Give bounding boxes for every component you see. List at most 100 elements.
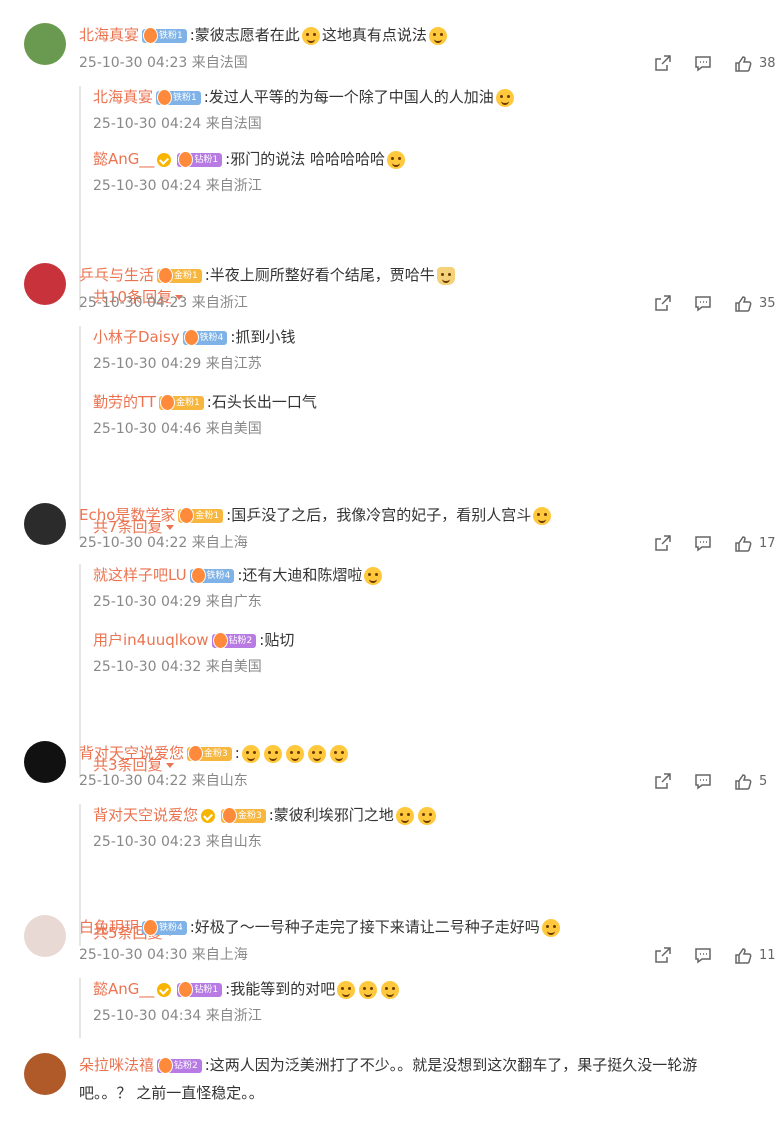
avatar[interactable] [24, 23, 66, 65]
like-button[interactable]: 11 [733, 945, 776, 967]
comment-line: 乒乓与生活 金粉1:半夜上厕所整好看个结尾，贾哈牛 [79, 264, 457, 286]
emoji-icon [417, 806, 436, 825]
fan-badge[interactable]: 金粉1 [178, 506, 224, 524]
emoji-icon [241, 744, 260, 763]
comment-icon[interactable] [693, 53, 713, 75]
timestamp: 25-10-30 04:34 [93, 1008, 202, 1024]
emoji-icon [329, 744, 348, 763]
fan-badge-icon [190, 566, 206, 584]
like-icon [733, 294, 753, 314]
fan-badge[interactable]: 钻粉1 [177, 150, 223, 168]
fan-badge[interactable]: 金粉1 [159, 393, 204, 411]
like-button[interactable]: 5 [733, 771, 767, 793]
comment-line: Echo是数学家 金粉1 :国乒没了之后，我像冷宫的妃子，看别人宫斗 [79, 504, 553, 526]
comment-meta: 25-10-30 04:22 来自上海 [79, 533, 248, 553]
fan-badge[interactable]: 铁粉1 [156, 88, 201, 106]
share-icon[interactable] [653, 53, 673, 75]
comment-meta: 25-10-30 04:22 来自山东 [79, 771, 248, 791]
timestamp: 25-10-30 04:29 [93, 594, 202, 610]
avatar[interactable] [24, 915, 66, 957]
emoji-icon [364, 566, 383, 585]
like-button[interactable]: 17 [733, 533, 776, 555]
timestamp: 25-10-30 04:29 [93, 356, 202, 372]
user-name-link[interactable]: 北海真宴 [79, 26, 139, 44]
fan-badge[interactable]: 金粉3 [221, 806, 266, 824]
reply-text: :抓到小钱 [230, 328, 296, 346]
user-name-link[interactable]: 就这样子吧LU [93, 566, 187, 584]
reply-line: 用户in4uuqlkow 钻粉2:贴切 [93, 629, 294, 651]
like-icon [733, 54, 753, 74]
location: 来自美国 [205, 421, 262, 437]
user-name-link[interactable]: 白兔玥玥 [79, 918, 139, 936]
fan-badge[interactable]: 钻粉2 [157, 1056, 202, 1074]
fan-badge-label: 钻粉1 [194, 984, 219, 995]
user-name-link[interactable]: 小林子Daisy [93, 328, 180, 346]
reply-line: 懿AnG__ 钻粉1:我能等到的对吧 [93, 978, 401, 1000]
comment-icon[interactable] [693, 533, 713, 555]
fan-badge-icon [183, 328, 199, 346]
timestamp: 25-10-30 04:23 [79, 55, 188, 71]
reply-meta: 25-10-30 04:46 来自美国 [93, 419, 262, 439]
share-icon[interactable] [653, 533, 673, 555]
avatar[interactable] [24, 263, 66, 305]
location: 来自浙江 [205, 1008, 262, 1024]
fan-badge[interactable]: 金粉1 [157, 266, 202, 284]
user-name-link[interactable]: 勤劳的TT [93, 393, 156, 411]
fan-badge[interactable]: 铁粉4 [189, 566, 235, 584]
user-name-link[interactable]: 懿AnG__ [93, 150, 154, 168]
avatar[interactable] [24, 741, 66, 783]
reply-meta: 25-10-30 04:29 来自江苏 [93, 354, 262, 374]
avatar[interactable] [24, 1053, 66, 1095]
user-name-link[interactable]: 用户in4uuqlkow [93, 631, 209, 649]
comment-text: :国乒没了之后，我像冷宫的妃子，看别人宫斗 [226, 506, 532, 524]
fan-badge[interactable]: 金粉3 [187, 744, 232, 762]
like-button[interactable]: 38 [733, 53, 776, 75]
fan-badge-icon [222, 806, 238, 824]
fan-badge[interactable]: 钻粉1 [177, 980, 223, 998]
emoji-icon [359, 980, 378, 999]
fan-badge-label: 铁粉1 [173, 92, 197, 103]
share-icon[interactable] [653, 293, 673, 315]
fan-badge[interactable]: 铁粉4 [182, 328, 228, 346]
timestamp: 25-10-30 04:23 [79, 295, 188, 311]
like-count: 38 [759, 56, 776, 71]
comment-item: 北海真宴 铁粉1:蒙彼志愿者在此 这地真有点说法 25-10-30 04:23 来自法… [0, 20, 783, 310]
fan-badge[interactable]: 铁粉4 [142, 918, 187, 936]
location: 来自上海 [191, 947, 248, 963]
comment-meta: 25-10-30 04:23 来自浙江 [79, 293, 248, 313]
comment-actions: 35 [643, 293, 783, 315]
fan-badge[interactable]: 铁粉1 [142, 26, 187, 44]
user-name-link[interactable]: 乒乓与生活 [79, 266, 154, 284]
comment-line: 白兔玥玥 铁粉4:好极了～一号种子走完了接下来请让二号种子走好吗 [79, 916, 562, 938]
share-icon[interactable] [653, 945, 673, 967]
like-button[interactable]: 35 [733, 293, 776, 315]
share-icon[interactable] [653, 771, 673, 793]
comment-text: :蒙彼志愿者在此 [189, 26, 300, 44]
reply-line: 勤劳的TT 金粉1:石头长出一口气 [93, 391, 317, 413]
emoji-icon [533, 506, 552, 525]
fan-badge-label: 金粉1 [195, 510, 220, 521]
emoji-icon [381, 980, 400, 999]
user-name-link[interactable]: Echo是数学家 [79, 506, 175, 524]
user-name-link[interactable]: 懿AnG__ [93, 980, 154, 998]
reply-line: 小林子Daisy 铁粉4:抓到小钱 [93, 326, 295, 348]
fan-badge-label: 钻粉1 [194, 154, 219, 165]
fan-badge-icon [178, 150, 194, 168]
user-name-link[interactable]: 背对天空说爱您 [93, 806, 198, 824]
fan-badge-icon [160, 393, 176, 411]
fan-badge[interactable]: 钻粉2 [211, 631, 257, 649]
comment-icon[interactable] [693, 771, 713, 793]
like-count: 11 [759, 948, 776, 963]
user-name-link[interactable]: 背对天空说爱您 [79, 744, 184, 762]
avatar[interactable] [24, 503, 66, 545]
reply-meta: 25-10-30 04:24 来自法国 [93, 114, 262, 134]
reply-line: 背对天空说爱您 金粉3:蒙彼利埃邪门之地 [93, 804, 438, 826]
comment-icon[interactable] [693, 945, 713, 967]
user-name-link[interactable]: 朵拉咪法禧 [79, 1056, 154, 1074]
timestamp: 25-10-30 04:22 [79, 773, 188, 789]
comment-line: 背对天空说爱您 金粉3: [79, 742, 350, 764]
comment-icon[interactable] [693, 293, 713, 315]
comment-meta: 25-10-30 04:30 来自上海 [79, 945, 248, 965]
user-name-link[interactable]: 北海真宴 [93, 88, 153, 106]
comment-meta: 25-10-30 04:23 来自法国 [79, 53, 248, 73]
